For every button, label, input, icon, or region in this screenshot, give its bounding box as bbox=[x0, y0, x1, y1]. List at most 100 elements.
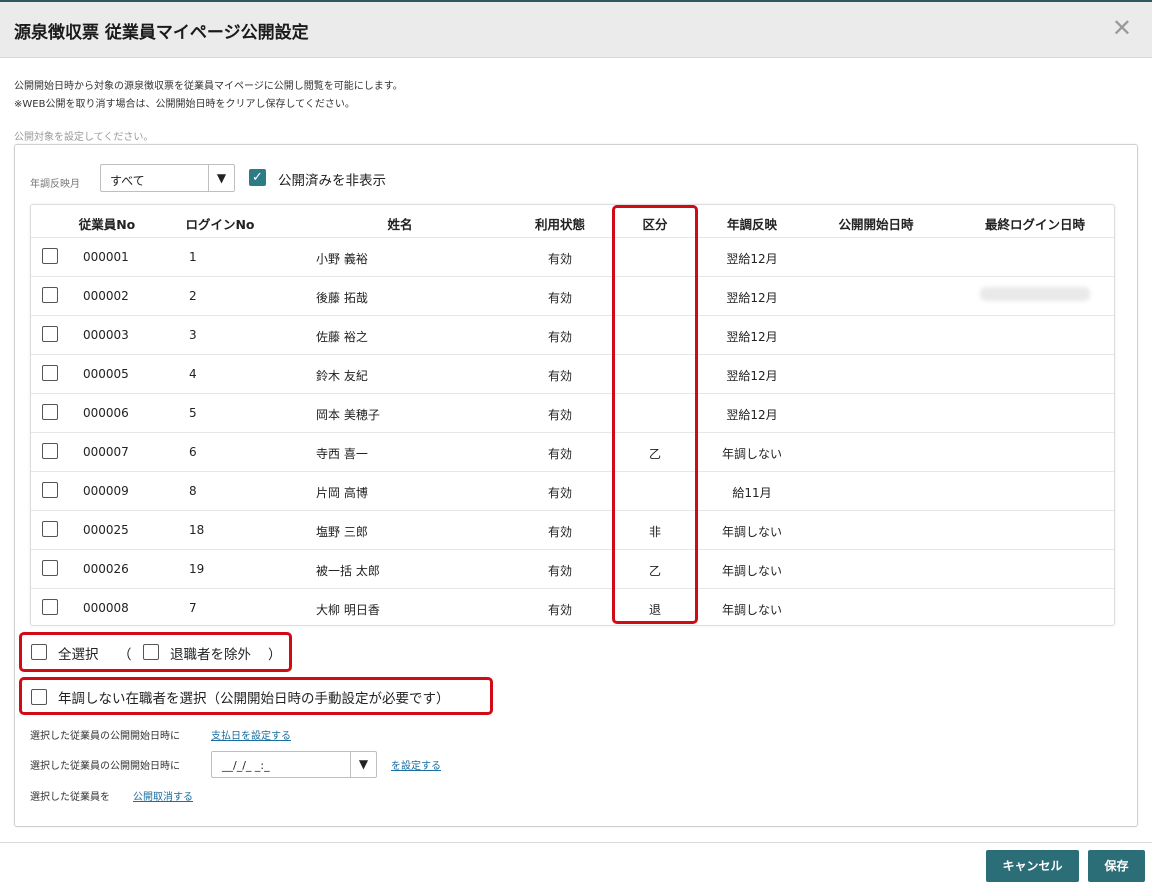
header-login-no[interactable]: ログインNo bbox=[180, 214, 260, 233]
cell-login-no: 2 bbox=[189, 289, 197, 303]
cell-nencho: 年調しない bbox=[721, 564, 782, 578]
header-status[interactable]: 利用状態 bbox=[520, 214, 600, 233]
description-line-1: 公開開始日時から対象の源泉徴収票を従業員マイページに公開し閲覧を可能にします。 bbox=[14, 81, 403, 92]
hide-published-label[interactable]: 公開済みを非表示 bbox=[278, 169, 386, 189]
kubun-column-highlight bbox=[612, 205, 698, 624]
cell-status: 有効 bbox=[547, 564, 572, 578]
select-all-label[interactable]: 全選択 bbox=[58, 643, 99, 663]
cell-employee-no: 000006 bbox=[83, 406, 129, 420]
cell-employee-no: 000001 bbox=[83, 250, 129, 264]
select-no-nencho-checkbox[interactable] bbox=[31, 689, 47, 705]
cell-login-no: 8 bbox=[189, 484, 197, 498]
cell-name: 佐藤 裕之 bbox=[316, 330, 368, 344]
row-checkbox[interactable] bbox=[42, 521, 58, 537]
header-employee-no[interactable]: 従業員No bbox=[70, 214, 144, 233]
cell-employee-no: 000009 bbox=[83, 484, 129, 498]
cell-name: 片岡 高博 bbox=[316, 486, 368, 500]
cell-employee-no: 000005 bbox=[83, 367, 129, 381]
cell-employee-no: 000003 bbox=[83, 328, 129, 342]
blurred-last-login bbox=[980, 287, 1090, 301]
publish-datetime-select[interactable]: __/_/_ _:_ ▼ bbox=[211, 751, 377, 778]
header-last-login[interactable]: 最終ログイン日時 bbox=[975, 214, 1095, 233]
cell-status: 有効 bbox=[547, 447, 572, 461]
close-icon[interactable]: ✕ bbox=[1112, 16, 1132, 40]
description-line-2: ※WEB公開を取り消す場合は、公開開始日時をクリアし保存してください。 bbox=[14, 99, 355, 110]
publish-datetime-value: __/_/_ _:_ bbox=[222, 759, 270, 772]
set-payment-date-link[interactable]: 支払日を設定する bbox=[211, 727, 291, 742]
cell-status: 有効 bbox=[547, 486, 572, 500]
row-checkbox[interactable] bbox=[42, 599, 58, 615]
cancel-publish-link[interactable]: 公開取消する bbox=[133, 788, 193, 803]
cell-nencho: 年調しない bbox=[721, 525, 782, 539]
cell-status: 有効 bbox=[547, 291, 572, 305]
cell-status: 有効 bbox=[547, 252, 572, 266]
cell-nencho: 翌給12月 bbox=[726, 291, 778, 305]
cell-login-no: 3 bbox=[189, 328, 197, 342]
hide-published-checkbox[interactable]: ✓ bbox=[249, 169, 266, 186]
cell-status: 有効 bbox=[547, 408, 572, 422]
cell-employee-no: 000002 bbox=[83, 289, 129, 303]
save-button[interactable]: 保存 bbox=[1088, 850, 1145, 882]
cancel-button[interactable]: キャンセル bbox=[986, 850, 1079, 882]
dialog-header: 源泉徴収票 従業員マイページ公開設定 ✕ bbox=[0, 0, 1152, 58]
row-checkbox[interactable] bbox=[42, 248, 58, 264]
cell-nencho: 翌給12月 bbox=[726, 330, 778, 344]
cell-login-no: 6 bbox=[189, 445, 197, 459]
row-checkbox[interactable] bbox=[42, 287, 58, 303]
cell-employee-no: 000007 bbox=[83, 445, 129, 459]
dialog-title: 源泉徴収票 従業員マイページ公開設定 bbox=[14, 23, 309, 43]
row-checkbox[interactable] bbox=[42, 560, 58, 576]
cell-nencho: 年調しない bbox=[721, 603, 782, 617]
row-checkbox[interactable] bbox=[42, 443, 58, 459]
dropdown-arrow-icon[interactable]: ▼ bbox=[350, 752, 376, 777]
cell-name: 小野 義裕 bbox=[316, 252, 368, 266]
cell-name: 岡本 美穂子 bbox=[316, 408, 380, 422]
cell-nencho: 翌給12月 bbox=[726, 408, 778, 422]
cell-login-no: 5 bbox=[189, 406, 197, 420]
cell-nencho: 給11月 bbox=[732, 486, 772, 500]
cell-login-no: 4 bbox=[189, 367, 197, 381]
select-all-checkbox[interactable] bbox=[31, 644, 47, 660]
cell-name: 鈴木 友紀 bbox=[316, 369, 368, 383]
cell-name: 被一括 太郎 bbox=[316, 564, 380, 578]
exclude-retired-checkbox[interactable] bbox=[143, 644, 159, 660]
cell-status: 有効 bbox=[547, 369, 572, 383]
row-checkbox[interactable] bbox=[42, 326, 58, 342]
cell-login-no: 7 bbox=[189, 601, 197, 615]
set-datetime-link[interactable]: を設定する bbox=[391, 757, 441, 772]
action-line-2-text: 選択した従業員の公開開始日時に bbox=[30, 761, 180, 772]
row-checkbox[interactable] bbox=[42, 365, 58, 381]
exclude-retired-label[interactable]: 退職者を除外 bbox=[170, 643, 251, 663]
paren-open: （ bbox=[118, 647, 132, 663]
action-line-3-text: 選択した従業員を bbox=[30, 792, 110, 803]
cell-nencho: 翌給12月 bbox=[726, 369, 778, 383]
footer-divider bbox=[0, 842, 1152, 843]
header-name[interactable]: 姓名 bbox=[360, 214, 440, 233]
cell-nencho: 年調しない bbox=[721, 447, 782, 461]
cell-status: 有効 bbox=[547, 525, 572, 539]
row-checkbox[interactable] bbox=[42, 482, 58, 498]
cell-name: 寺西 喜一 bbox=[316, 447, 368, 461]
header-nencho[interactable]: 年調反映 bbox=[710, 214, 794, 233]
header-publish-start[interactable]: 公開開始日時 bbox=[826, 214, 926, 233]
cell-status: 有効 bbox=[547, 330, 572, 344]
cell-name: 大柳 明日香 bbox=[316, 603, 380, 617]
cell-login-no: 19 bbox=[189, 562, 205, 576]
cell-login-no: 18 bbox=[189, 523, 205, 537]
paren-close: ） bbox=[268, 647, 282, 663]
cell-name: 塩野 三郎 bbox=[316, 525, 368, 539]
target-label: 公開対象を設定してください。 bbox=[14, 132, 154, 143]
row-checkbox[interactable] bbox=[42, 404, 58, 420]
month-filter-value: すべて bbox=[110, 174, 145, 188]
select-no-nencho-label[interactable]: 年調しない在職者を選択（公開開始日時の手動設定が必要です） bbox=[58, 687, 450, 707]
cell-employee-no: 000026 bbox=[83, 562, 129, 576]
cell-login-no: 1 bbox=[189, 250, 197, 264]
dropdown-arrow-icon[interactable]: ▼ bbox=[208, 165, 234, 191]
month-filter-select[interactable]: すべて ▼ bbox=[100, 164, 235, 192]
cell-status: 有効 bbox=[547, 603, 572, 617]
month-filter-label: 年調反映月 bbox=[30, 179, 80, 190]
cell-employee-no: 000008 bbox=[83, 601, 129, 615]
action-line-1-text: 選択した従業員の公開開始日時に bbox=[30, 731, 180, 742]
cell-employee-no: 000025 bbox=[83, 523, 129, 537]
cell-nencho: 翌給12月 bbox=[726, 252, 778, 266]
